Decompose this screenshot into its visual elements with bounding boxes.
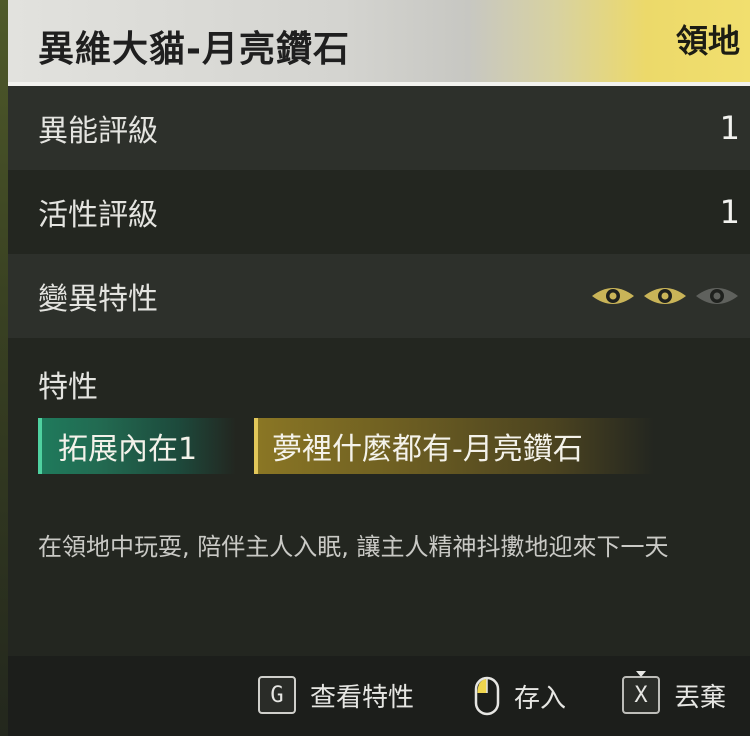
location-tag: 領地 bbox=[675, 22, 740, 60]
stat-label: 活性評級 bbox=[38, 198, 158, 233]
store-button[interactable]: 存入 bbox=[474, 676, 566, 716]
trait-tag-expand-inner[interactable]: 拓展內在1 bbox=[38, 418, 236, 474]
keycap-g-icon: G bbox=[258, 676, 296, 714]
eye-icon-active bbox=[644, 288, 686, 304]
item-detail-panel: 異維大貓-月亮鑽石 領地 異能評級 1 活性評級 1 變異特性 特性 拓展內在1… bbox=[0, 0, 750, 736]
eye-icon-inactive bbox=[696, 288, 738, 304]
stat-value: 1 bbox=[719, 109, 740, 147]
traits-section: 特性 拓展內在1 夢裡什麼都有-月亮鑽石 在領地中玩耍, 陪伴主人入眠, 讓主人… bbox=[8, 338, 750, 656]
panel-header: 異維大貓-月亮鑽石 領地 bbox=[8, 0, 750, 84]
stat-label: 變異特性 bbox=[38, 282, 158, 317]
eye-icon-active bbox=[592, 288, 634, 304]
discard-label: 丟棄 bbox=[674, 682, 727, 713]
view-traits-button[interactable]: G 查看特性 bbox=[258, 676, 414, 714]
mouse-left-click-icon bbox=[474, 676, 500, 716]
action-bar: G 查看特性 存入 X 丟棄 bbox=[8, 656, 750, 736]
discard-button[interactable]: X 丟棄 bbox=[622, 676, 726, 714]
stat-row-ability-rating: 異能評級 1 bbox=[8, 86, 750, 170]
panel-edge bbox=[0, 0, 8, 736]
mutation-eye-rating bbox=[590, 283, 740, 309]
keycap-x-icon: X bbox=[622, 676, 660, 714]
item-title: 異維大貓-月亮鑽石 bbox=[38, 29, 350, 70]
traits-heading: 特性 bbox=[38, 370, 98, 405]
store-label: 存入 bbox=[514, 683, 567, 714]
stat-row-activity-rating: 活性評級 1 bbox=[8, 170, 750, 254]
stat-label: 異能評級 bbox=[38, 114, 158, 149]
stat-row-mutation-trait: 變異特性 bbox=[8, 254, 750, 338]
stat-value: 1 bbox=[719, 193, 740, 231]
item-description: 在領地中玩耍, 陪伴主人入眠, 讓主人精神抖擻地迎來下一天 bbox=[38, 533, 669, 561]
view-traits-label: 查看特性 bbox=[310, 682, 415, 713]
trait-tag-dream-moon-diamond[interactable]: 夢裡什麼都有-月亮鑽石 bbox=[254, 418, 654, 474]
